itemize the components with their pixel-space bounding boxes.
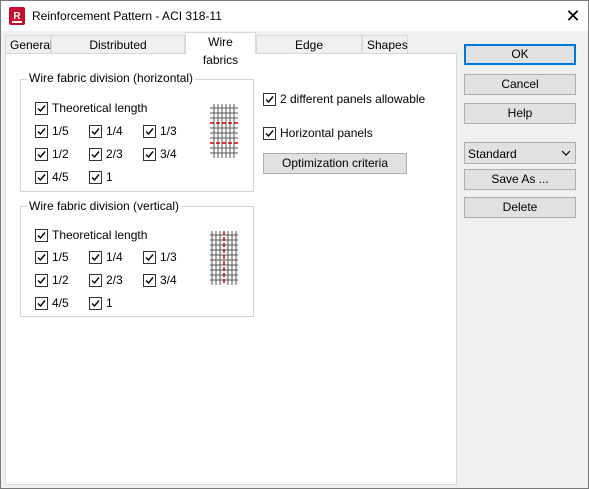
dialog-window: R Reinforcement Pattern - ACI 318-11 ✕ G…: [0, 0, 589, 489]
checkbox-label: 1/3: [160, 250, 177, 264]
tab-distributed-reinforcement[interactable]: Distributed reinforcement: [51, 35, 185, 70]
checkbox-label: 1/5: [52, 124, 69, 138]
checkmark-icon: [89, 296, 102, 310]
horizontal-option-1-2[interactable]: 1/2: [35, 147, 69, 161]
checkmark-icon: [35, 124, 48, 138]
horizontal-option-1-5[interactable]: 1/5: [35, 124, 69, 138]
checkmark-icon: [35, 296, 48, 310]
checkbox-label: 4/5: [52, 296, 69, 310]
checkbox-label: 1/4: [106, 124, 123, 138]
checkbox-label: Horizontal panels: [280, 126, 373, 140]
horizontal-option-4-5[interactable]: 4/5: [35, 170, 69, 184]
vertical-theoretical-length-checkbox[interactable]: Theoretical length: [35, 228, 147, 242]
horizontal-panels-checkbox[interactable]: Horizontal panels: [263, 126, 373, 140]
vertical-option-1-4[interactable]: 1/4: [89, 250, 123, 264]
preset-selected-value: Standard: [468, 147, 517, 161]
vertical-option-1-3[interactable]: 1/3: [143, 250, 177, 264]
vertical-option-2-3[interactable]: 2/3: [89, 273, 123, 287]
ok-button[interactable]: OK: [464, 44, 576, 65]
checkmark-icon: [143, 147, 156, 161]
vertical-option-1[interactable]: 1: [89, 296, 113, 310]
checkmark-icon: [35, 101, 48, 115]
checkbox-label: 3/4: [160, 147, 177, 161]
preset-dropdown[interactable]: Standard: [464, 142, 576, 164]
wire-fabrics-panel: Wire fabric division (horizontal) Theore…: [5, 53, 457, 485]
checkbox-label: 2 different panels allowable: [280, 92, 426, 106]
horizontal-mesh-diagram-icon: [210, 104, 240, 161]
checkbox-label: 2/3: [106, 273, 123, 287]
checkmark-icon: [89, 273, 102, 287]
checkbox-label: 1/3: [160, 124, 177, 138]
vertical-option-3-4[interactable]: 3/4: [143, 273, 177, 287]
app-logo-icon: R: [9, 7, 25, 25]
checkbox-label: 1/4: [106, 250, 123, 264]
checkmark-icon: [35, 147, 48, 161]
checkmark-icon: [89, 250, 102, 264]
checkbox-label: 1/2: [52, 147, 69, 161]
vertical-option-1-2[interactable]: 1/2: [35, 273, 69, 287]
two-panels-allowable-checkbox[interactable]: 2 different panels allowable: [263, 92, 425, 106]
checkmark-icon: [143, 250, 156, 264]
tab-wire-fabrics[interactable]: Wire fabrics: [185, 32, 256, 67]
optimization-criteria-button[interactable]: Optimization criteria: [263, 153, 407, 174]
checkmark-icon: [143, 124, 156, 138]
checkbox-label: 4/5: [52, 170, 69, 184]
checkmark-icon: [89, 147, 102, 161]
horizontal-option-3-4[interactable]: 3/4: [143, 147, 177, 161]
horizontal-group-title: Wire fabric division (horizontal): [27, 71, 196, 85]
checkbox-label: 1: [106, 296, 113, 310]
help-button[interactable]: Help: [464, 103, 576, 124]
vertical-option-4-5[interactable]: 4/5: [35, 296, 69, 310]
tab-edge-reinforcement[interactable]: Edge reinforcement: [256, 35, 362, 70]
chevron-down-icon: [561, 147, 571, 161]
checkmark-icon: [143, 273, 156, 287]
vertical-mesh-diagram-icon: [210, 231, 240, 288]
horizontal-option-2-3[interactable]: 2/3: [89, 147, 123, 161]
horizontal-theoretical-length-checkbox[interactable]: Theoretical length: [35, 101, 147, 115]
checkbox-label: 3/4: [160, 273, 177, 287]
tab-shapes[interactable]: Shapes: [362, 35, 408, 53]
checkbox-label: 1: [106, 170, 113, 184]
checkbox-label: 1/2: [52, 273, 69, 287]
cancel-button[interactable]: Cancel: [464, 74, 576, 95]
tab-general[interactable]: General: [5, 35, 53, 53]
save-as-button[interactable]: Save As ...: [464, 169, 576, 190]
checkmark-icon: [89, 170, 102, 184]
window-title: Reinforcement Pattern - ACI 318-11: [32, 9, 222, 23]
checkbox-label: Theoretical length: [52, 228, 148, 242]
checkmark-icon: [35, 170, 48, 184]
checkmark-icon: [35, 273, 48, 287]
svg-text:R: R: [13, 11, 21, 22]
vertical-group-title: Wire fabric division (vertical): [27, 199, 182, 213]
horizontal-option-1-3[interactable]: 1/3: [143, 124, 177, 138]
delete-button[interactable]: Delete: [464, 197, 576, 218]
checkbox-label: 1/5: [52, 250, 69, 264]
checkmark-icon: [35, 228, 48, 242]
vertical-option-1-5[interactable]: 1/5: [35, 250, 69, 264]
checkmark-icon: [35, 250, 48, 264]
close-icon[interactable]: ✕: [558, 5, 588, 27]
checkbox-label: 2/3: [106, 147, 123, 161]
checkmark-icon: [263, 92, 276, 106]
checkbox-label: Theoretical length: [52, 101, 148, 115]
horizontal-option-1-4[interactable]: 1/4: [89, 124, 123, 138]
checkmark-icon: [89, 124, 102, 138]
horizontal-option-1[interactable]: 1: [89, 170, 113, 184]
checkmark-icon: [263, 126, 276, 140]
title-bar: R Reinforcement Pattern - ACI 318-11 ✕: [1, 1, 588, 31]
